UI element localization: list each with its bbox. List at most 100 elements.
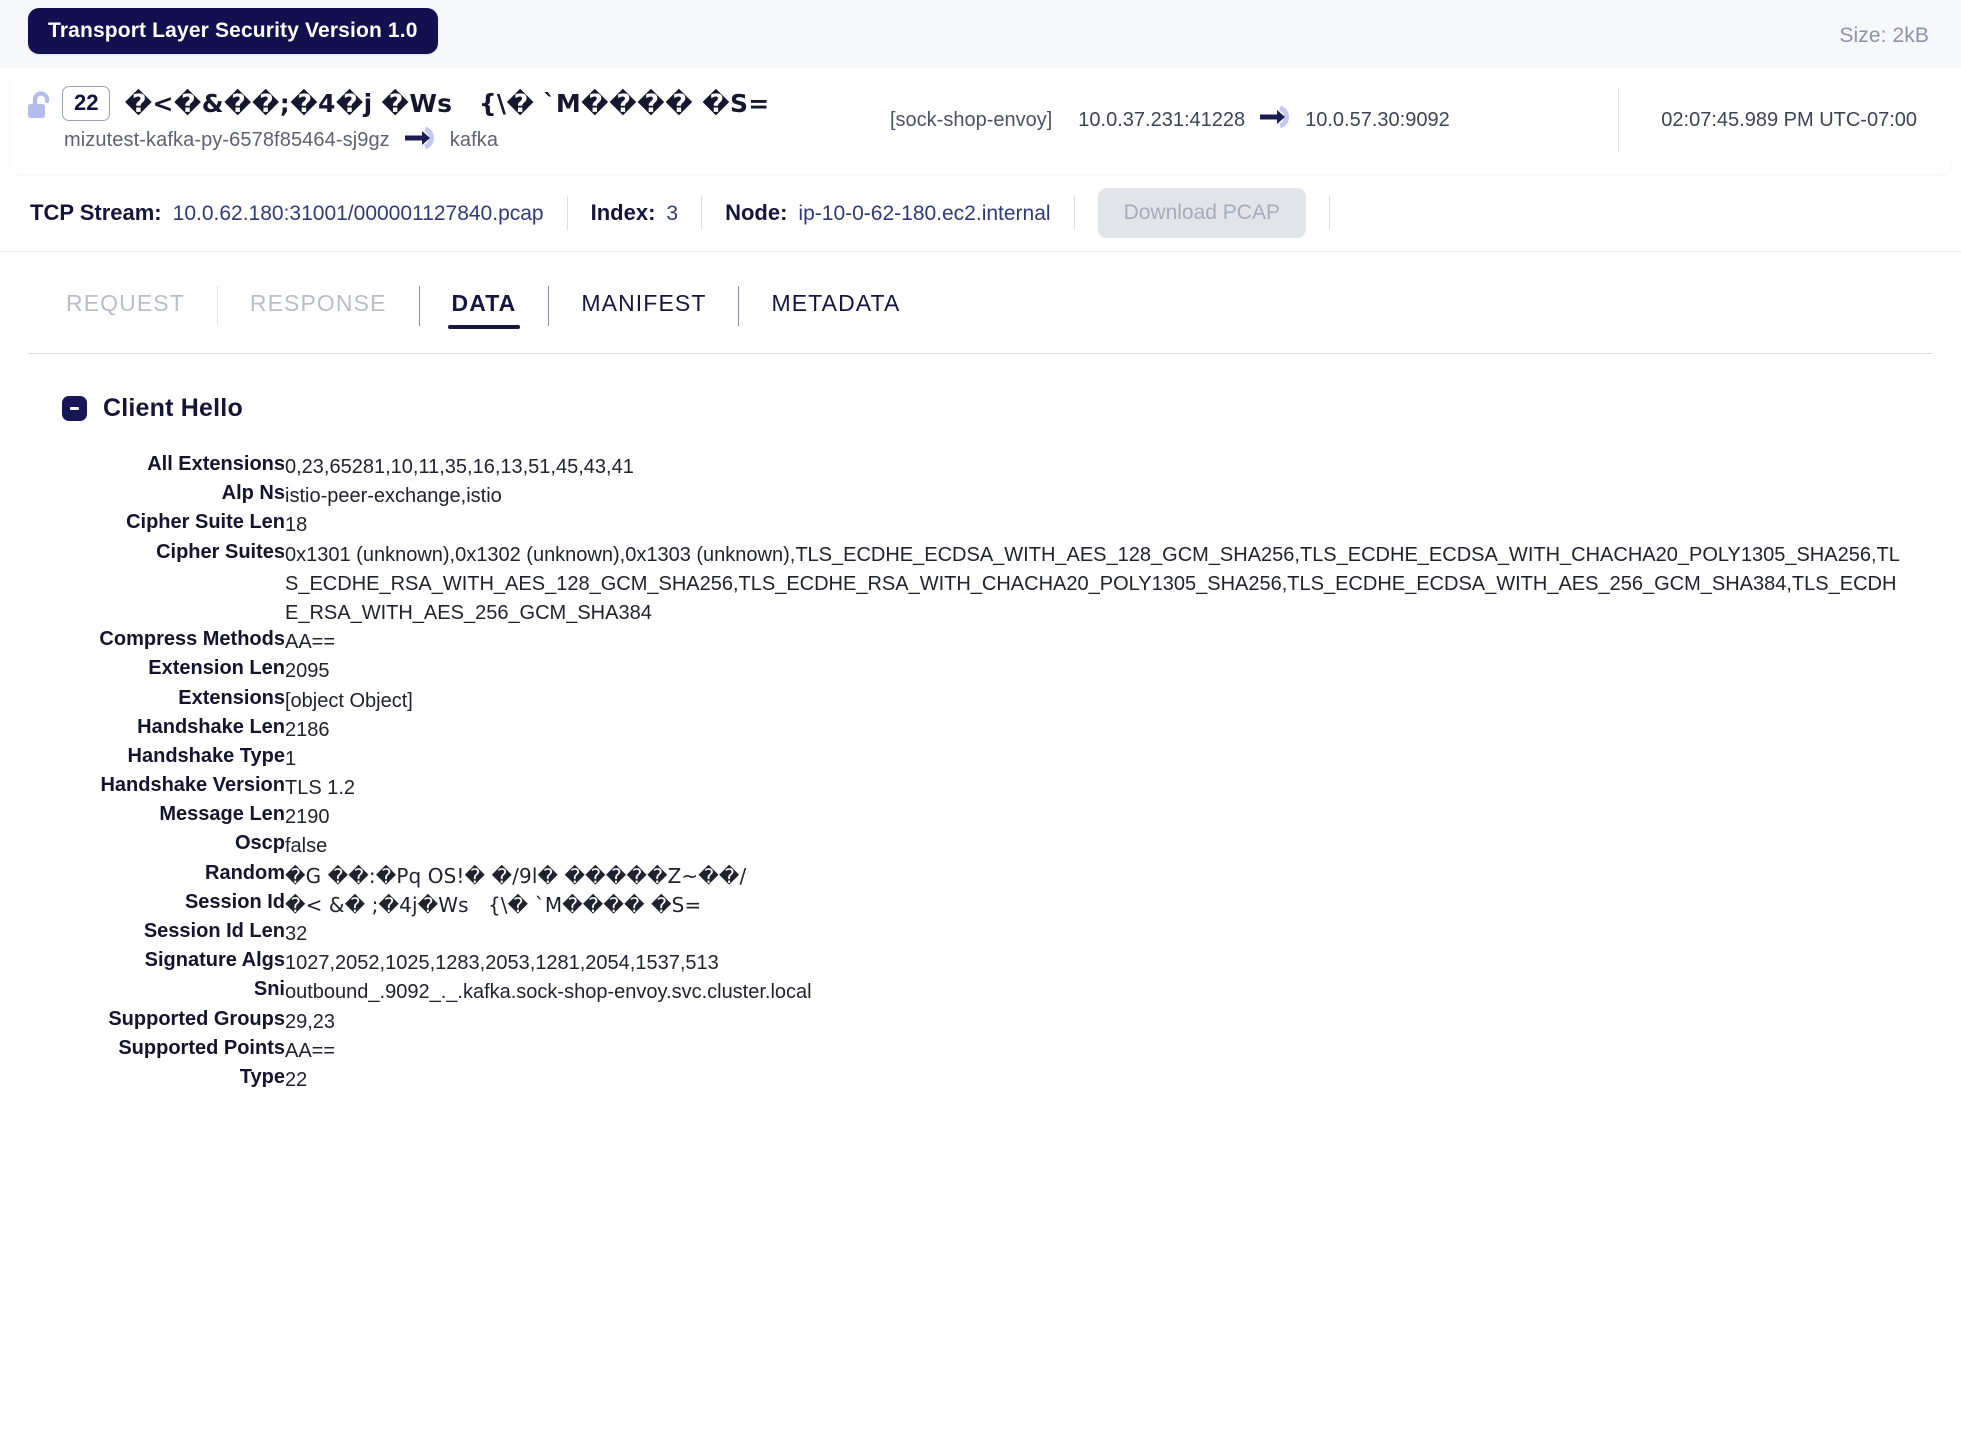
field-value: 2095 xyxy=(285,660,330,683)
stream-bar-divider xyxy=(1329,195,1330,230)
field-row: Message Len 2190 xyxy=(0,803,1900,832)
node-field: Node: ip-10-0-62-180.ec2.internal xyxy=(725,200,1050,226)
field-row: Supported Points AA== xyxy=(0,1037,1900,1066)
field-key: Alp Ns xyxy=(221,482,285,505)
tab-list: REQUEST RESPONSE DATA MANIFEST METADATA xyxy=(28,286,1933,329)
field-key: Handshake Version xyxy=(100,774,285,797)
field-value: 1027,2052,1025,1283,2053,1281,2054,1537,… xyxy=(285,952,719,975)
field-value: 22 xyxy=(285,1068,308,1091)
summary-middle: [sock-shop-envoy] 10.0.37.231:41228 10.0… xyxy=(890,105,1618,134)
protocol-pill: Transport Layer Security Version 1.0 xyxy=(28,8,438,54)
field-value: 29,23 xyxy=(285,1010,336,1033)
field-row: Signature Algs 1027,2052,1025,1283,2053,1… xyxy=(0,949,1900,978)
field-value: AA== xyxy=(285,1039,336,1062)
destination-address: 10.0.57.30:9092 xyxy=(1305,108,1450,131)
field-value: outbound_.9092_._.kafka.sock-shop-envoy.… xyxy=(285,981,812,1004)
field-value: 0x1301 (unknown),0x1302 (unknown),0x1303… xyxy=(285,543,1900,624)
tab-metadata[interactable]: METADATA xyxy=(761,286,910,326)
field-value: �G ��:�Pq OS!� �/9l� �����Z~��/ xyxy=(285,863,747,888)
arrow-right-icon xyxy=(1258,105,1292,134)
field-row: Session Id �< &� ;�4j�Ws {\� `M���� �S= xyxy=(0,891,1900,920)
field-key: Supported Groups xyxy=(108,1007,285,1030)
section-title: Client Hello xyxy=(103,394,243,422)
field-key: Cipher Suites xyxy=(156,540,285,563)
field-key: Oscp xyxy=(234,832,285,855)
tab-divider xyxy=(738,286,740,326)
address-pair: 10.0.37.231:41228 10.0.57.30:9092 xyxy=(1078,105,1450,134)
node-label: Node: xyxy=(725,199,788,225)
tab-request[interactable]: REQUEST xyxy=(56,286,195,326)
client-hello-header[interactable]: Client Hello xyxy=(0,394,1961,423)
field-key: Message Len xyxy=(159,803,285,826)
field-value: 2186 xyxy=(285,718,330,741)
field-key: Handshake Type xyxy=(127,744,285,767)
summary-left: 22 �<�&��;�4�j �Ws {\� `M���� �S= mizute… xyxy=(10,86,890,153)
index-field: Index: 3 xyxy=(591,200,678,226)
field-row: Handshake Len 2186 xyxy=(0,716,1900,745)
size-label: Size: 2kB xyxy=(1839,24,1929,47)
download-pcap-button[interactable]: Download PCAP xyxy=(1097,187,1306,238)
index-value: 3 xyxy=(666,201,679,225)
field-row: Extension Len 2095 xyxy=(0,657,1900,686)
destination-service-name: kafka xyxy=(449,128,499,151)
tcp-stream-field: TCP Stream: 10.0.62.180:31001/0000011278… xyxy=(30,200,544,226)
tab-data[interactable]: DATA xyxy=(442,286,527,329)
field-key: Cipher Suite Len xyxy=(126,511,285,534)
field-row: Supported Groups 29,23 xyxy=(0,1008,1900,1037)
minus-icon[interactable] xyxy=(62,396,87,421)
tab-divider xyxy=(216,286,218,326)
tab-manifest[interactable]: MANIFEST xyxy=(571,286,716,326)
field-row: Sni outbound_.9092_._.kafka.sock-shop-env… xyxy=(0,978,1900,1007)
source-address: 10.0.37.231:41228 xyxy=(1078,108,1246,131)
field-key: Compress Methods xyxy=(99,628,285,651)
field-row: Type 22 xyxy=(0,1066,1900,1095)
field-value: 18 xyxy=(285,514,308,537)
payload-preview: �<�&��;�4�j �Ws {\� `M���� �S= xyxy=(124,88,770,118)
node-value: ip-10-0-62-180.ec2.internal xyxy=(798,201,1051,225)
index-label: Index: xyxy=(590,199,656,225)
top-strip: Transport Layer Security Version 1.0 Siz… xyxy=(0,0,1961,68)
envoy-tag: [sock-shop-envoy] xyxy=(890,108,1053,131)
field-row: Session Id Len 32 xyxy=(0,920,1900,949)
field-key: Signature Algs xyxy=(144,949,285,972)
source-pod-name: mizutest-kafka-py-6578f85464-sj9gz xyxy=(64,128,390,151)
field-table: All Extensions 0,23,65281,10,11,35,16,13,… xyxy=(0,453,1900,1095)
stream-bar-divider xyxy=(701,195,703,230)
field-table-body: All Extensions 0,23,65281,10,11,35,16,13,… xyxy=(0,453,1900,1095)
field-value: �< &� ;�4j�Ws {\� `M���� �S= xyxy=(285,892,702,917)
field-key: Handshake Len xyxy=(137,715,285,738)
field-key: Session Id Len xyxy=(143,920,285,942)
field-value: 0,23,65281,10,11,35,16,13,51,45,43,41 xyxy=(285,456,634,478)
field-value: AA== xyxy=(285,631,336,654)
field-row: All Extensions 0,23,65281,10,11,35,16,13,… xyxy=(0,453,1900,482)
stream-bar-divider xyxy=(566,195,568,230)
stream-bar-divider xyxy=(1073,195,1075,230)
field-row: Oscp false xyxy=(0,832,1900,861)
field-row: Random �G ��:�Pq OS!� �/9l� �����Z~��/ xyxy=(0,862,1900,891)
field-key: Supported Points xyxy=(118,1036,285,1059)
field-row: Extensions [object Object] xyxy=(0,687,1900,716)
field-key: All Extensions xyxy=(147,453,285,475)
arrow-right-icon xyxy=(403,126,437,154)
field-row: Alp Ns istio-peer-exchange,istio xyxy=(0,482,1900,511)
stream-bar: TCP Stream: 10.0.62.180:31001/0000011278… xyxy=(0,174,1961,252)
tab-response[interactable]: RESPONSE xyxy=(240,286,397,326)
field-value: [object Object] xyxy=(285,689,413,712)
field-key: Random xyxy=(205,861,285,884)
tab-divider xyxy=(548,286,550,326)
field-row: Cipher Suite Len 18 xyxy=(0,511,1900,540)
entry-summary-card[interactable]: 22 �<�&��;�4�j �Ws {\� `M���� �S= mizute… xyxy=(10,68,1951,174)
field-value: istio-peer-exchange,istio xyxy=(285,485,502,508)
field-key: Extension Len xyxy=(148,657,285,680)
field-row: Compress Methods AA== xyxy=(0,628,1900,657)
field-row: Handshake Version TLS 1.2 xyxy=(0,774,1900,803)
field-key: Sni xyxy=(253,978,285,1001)
tcp-stream-value[interactable]: 10.0.62.180:31001/000001127840.pcap xyxy=(173,202,544,226)
field-value: 2190 xyxy=(285,806,330,829)
data-detail-panel: Client Hello All Extensions 0,23,65281,10… xyxy=(0,354,1961,1095)
field-value: 32 xyxy=(285,923,308,945)
field-row: Cipher Suites 0x1301 (unknown),0x1302 (un… xyxy=(0,541,1900,629)
port-badge: 22 xyxy=(62,86,111,121)
timestamp: 02:07:45.989 PM UTC-07:00 xyxy=(1661,108,1917,131)
field-key: Session Id xyxy=(184,890,285,913)
